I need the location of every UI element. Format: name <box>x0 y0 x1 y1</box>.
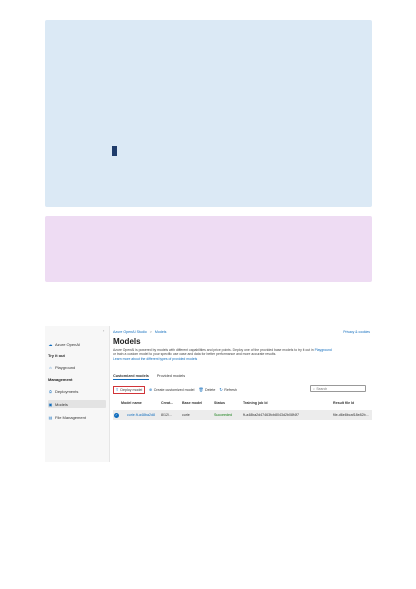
page-title: Models <box>113 337 141 346</box>
sidebar-item-file-management[interactable]: ▤ File Management <box>48 413 106 421</box>
cell-result-file: file-d6e8bcaf18e82b... <box>333 413 369 417</box>
sidebar-item-label: File Management <box>55 414 86 420</box>
refresh-button[interactable]: ↻ Refresh <box>219 387 236 392</box>
page-description: Azure OpenAI is powered by models with d… <box>113 348 371 361</box>
studio-screenshot: ‹ ☁ Azure OpenAI Try it out ⌂ Playground… <box>45 326 372 462</box>
delete-button[interactable]: 🗑 Delete <box>198 387 215 392</box>
col-base-model[interactable]: Base model <box>182 399 202 406</box>
sidebar-heading-try: Try it out <box>48 351 106 359</box>
table-header: Model name Creat... Base model Status Tr… <box>113 399 372 406</box>
create-model-label: Create customized model <box>153 387 195 392</box>
col-training-job[interactable]: Training job Id <box>243 399 268 406</box>
deploy-icon: ⇪ <box>115 387 119 392</box>
trash-icon: 🗑 <box>198 387 204 392</box>
col-result-file[interactable]: Result file Id <box>333 399 354 406</box>
playground-link[interactable]: Playground <box>315 348 332 352</box>
collapse-icon[interactable]: ‹ <box>103 328 104 333</box>
deployments-icon: ⛭ <box>48 388 53 394</box>
col-created[interactable]: Creat... <box>161 399 173 406</box>
sidebar-item-playground[interactable]: ⌂ Playground <box>48 363 106 371</box>
playground-icon: ⌂ <box>49 364 52 370</box>
cursor-marker <box>112 146 117 156</box>
add-icon: ⊕ <box>148 387 153 392</box>
breadcrumb-models[interactable]: Models <box>155 330 167 334</box>
cell-training-job: ft-a48ba2d47463fcb8043d2b08f4f7 <box>243 413 299 417</box>
cell-created: 8/12/... <box>161 413 172 417</box>
sidebar-item-models[interactable]: ▣ Models <box>48 400 106 408</box>
create-customized-model-button[interactable]: ⊕ Create customized model <box>149 387 195 392</box>
sidebar-item-azure-openai[interactable]: ☁ Azure OpenAI <box>48 340 106 348</box>
sidebar-heading-label: Try it out <box>48 352 65 358</box>
cell-base-model: curie <box>182 413 190 417</box>
refresh-icon: ↻ <box>219 387 223 392</box>
deploy-model-label: Deploy model <box>120 387 143 392</box>
cell-model-name[interactable]: curie.ft-a48ba2d8 <box>127 410 159 420</box>
cell-status: Succeeded <box>214 413 232 417</box>
tab-provided-models[interactable]: Provided models <box>157 374 185 380</box>
sidebar: ‹ ☁ Azure OpenAI Try it out ⌂ Playground… <box>45 326 110 462</box>
sidebar-item-label: Playground <box>55 364 76 370</box>
sidebar-item-deployments[interactable]: ⛭ Deployments <box>48 387 106 395</box>
breadcrumb: Azure OpenAI Studio > Models <box>113 330 166 334</box>
sidebar-heading-label: Management <box>48 376 73 382</box>
search-input[interactable]: ⌕ Search <box>310 385 366 392</box>
sidebar-item-label: Deployments <box>55 388 79 394</box>
sidebar-item-label: Azure OpenAI <box>55 341 81 347</box>
sidebar-item-label: Models <box>55 401 68 407</box>
breadcrumb-studio[interactable]: Azure OpenAI Studio <box>113 330 147 334</box>
breadcrumb-separator: > <box>149 330 152 334</box>
desc-text-1: Azure OpenAI is powered by models with d… <box>113 348 314 352</box>
learn-more-link[interactable]: Learn more about the different types of … <box>113 357 197 361</box>
deploy-model-button[interactable]: ⇪ Deploy model <box>113 385 145 394</box>
privacy-link[interactable]: Privacy & cookies <box>343 330 370 334</box>
refresh-label: Refresh <box>224 387 237 392</box>
col-status[interactable]: Status <box>214 399 225 406</box>
search-icon: ⌕ <box>313 386 315 391</box>
delete-label: Delete <box>205 387 216 392</box>
desc-text-2: or train a custom model to your specific… <box>113 352 277 357</box>
check-icon[interactable]: ✓ <box>114 412 119 418</box>
cloud-icon: ☁ <box>48 341 53 347</box>
tab-customized-models[interactable]: Customized models <box>113 374 149 380</box>
search-placeholder: Search <box>316 386 328 391</box>
pink-panel <box>45 216 372 282</box>
col-model-name[interactable]: Model name <box>121 399 142 406</box>
main-content: Azure OpenAI Studio > Models Privacy & c… <box>113 326 372 462</box>
blue-panel <box>45 20 372 207</box>
table-row[interactable]: ✓ curie.ft-a48ba2d8 8/12/... curie Succe… <box>113 410 372 420</box>
sidebar-heading-management: Management <box>48 375 106 383</box>
model-tabs: Customized models Provided models <box>113 374 185 380</box>
file-icon: ▤ <box>48 414 53 420</box>
models-icon: ▣ <box>48 401 53 407</box>
